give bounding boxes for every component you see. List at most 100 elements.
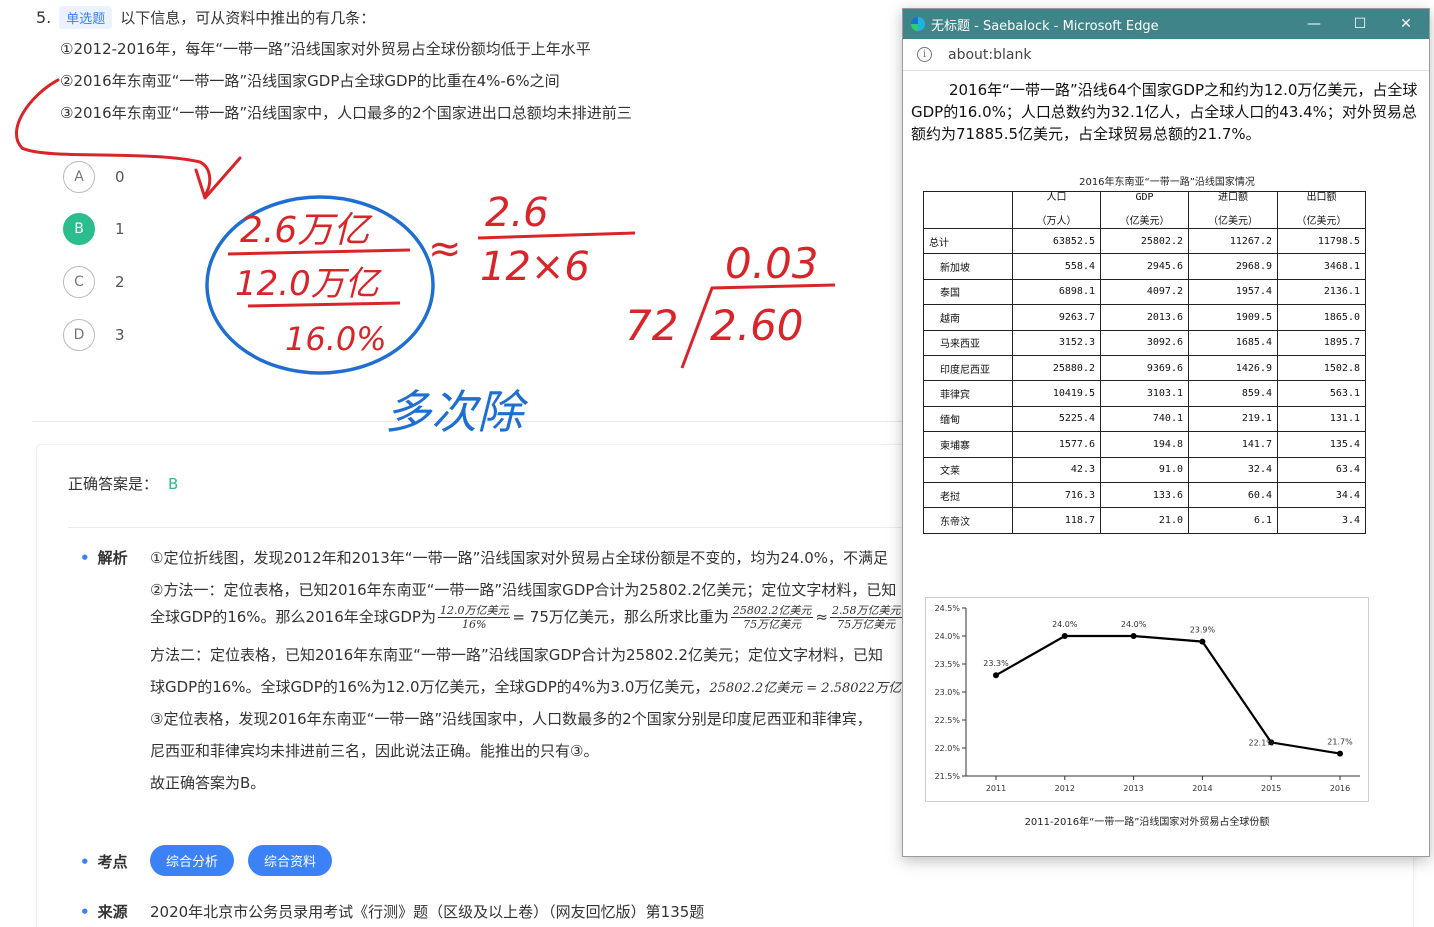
table-cell-country: 马来西亚 — [923, 329, 1013, 356]
table-cell-country: 泰国 — [923, 278, 1013, 306]
note-text: 多次除 — [385, 385, 529, 439]
table-cell-value: 91.0 — [1100, 456, 1189, 483]
table-cell-value: 21.0 — [1100, 507, 1189, 534]
table-cell-value: 118.7 — [1012, 507, 1101, 534]
x-tick-label: 2013 — [1123, 784, 1143, 793]
question-type-badge: 单选题 — [59, 6, 113, 29]
option-text[interactable]: 3 — [115, 326, 125, 344]
analysis-line-1: ①定位折线图，发现2012年和2013年“一带一路”沿线国家对外贸易占全球份额是… — [150, 549, 888, 567]
table-cell-value: 42.3 — [1012, 456, 1101, 483]
table-cell-country: 新加坡 — [923, 253, 1013, 280]
table-cell-value: 25880.2 — [1012, 354, 1101, 382]
window-title-bar[interactable]: 无标题 - Saebalock - Microsoft Edge — ☐ ✕ — [903, 9, 1429, 39]
analysis-label: • 解析 — [80, 547, 128, 568]
bullet-dot: • — [80, 853, 90, 871]
close-icon[interactable]: ✕ — [1383, 9, 1429, 39]
tag-comprehensive-data[interactable]: 综合资料 — [248, 845, 333, 876]
table-cell-value: 1895.7 — [1277, 329, 1366, 356]
division-divisor: 72 — [625, 301, 678, 350]
option-letter[interactable]: C — [63, 266, 95, 298]
table-cell-value: 3468.1 — [1277, 253, 1366, 280]
table-cell-value: 1909.5 — [1188, 304, 1278, 331]
maximize-icon[interactable]: ☐ — [1337, 9, 1383, 39]
statement-2: ②2016年东南亚“一带一路”沿线国家GDP占全球GDP的比重在4%-6%之间 — [60, 72, 560, 90]
table-row: 柬埔寨 1577.6 194.8 141.7 135.4 — [923, 431, 1366, 458]
fraction-2-numerator: 25802.2亿美元 — [730, 604, 814, 618]
option-b[interactable]: B 1 — [63, 213, 125, 245]
blue-circle-stroke — [205, 195, 435, 375]
table-title: 2016年东南亚“一带一路”沿线国家情况 — [1079, 177, 1255, 188]
option-d[interactable]: D 3 — [63, 319, 125, 351]
table-cell-country: 文莱 — [923, 456, 1013, 483]
table-cell-country: 缅甸 — [923, 405, 1013, 433]
table-cell-value: 2968.9 — [1188, 253, 1278, 280]
table-cell-value: 740.1 — [1100, 405, 1189, 433]
table-cell-value: 1426.9 — [1188, 354, 1278, 382]
data-point — [1199, 638, 1206, 645]
analysis-line-3b: = 75万亿美元，那么所求比重为 — [512, 608, 729, 626]
option-text[interactable]: 0 — [115, 168, 125, 186]
address-bar[interactable]: i about:blank — [903, 39, 1429, 71]
option-text[interactable]: 1 — [115, 220, 125, 238]
option-c[interactable]: C 2 — [63, 266, 125, 298]
table-cell-value: 6898.1 — [1012, 278, 1101, 306]
option-letter[interactable]: D — [63, 319, 95, 351]
y-tick-label: 24.0% — [935, 632, 961, 641]
tag-comprehensive-analysis[interactable]: 综合分析 — [150, 845, 235, 876]
section-divider — [32, 421, 902, 422]
edge-popup-window[interactable]: 无标题 - Saebalock - Microsoft Edge — ☐ ✕ i… — [902, 8, 1430, 857]
analysis-line-5a: 球GDP的16%。全球GDP的16%为12.0万亿美元，全球GDP的4%为3.0… — [150, 678, 710, 696]
approx-sign: ≈ — [815, 608, 828, 626]
fraction-1: 12.0万亿美元 16% — [437, 604, 511, 631]
source-label-text: 来源 — [97, 903, 128, 921]
data-label: 24.0% — [1052, 620, 1078, 629]
line-chart: 21.5% 22.0% 22.5% 23.0% 23.5% 24.0% 24.5% 2011 2… — [925, 597, 1369, 802]
y-tick-label: 24.5% — [935, 604, 961, 613]
x-tick-label: 2016 — [1330, 784, 1350, 793]
option-letter-selected[interactable]: B — [63, 213, 95, 245]
table-header-blank — [923, 191, 1013, 229]
table-row: 老挝 716.3 133.6 60.4 34.4 — [923, 481, 1366, 509]
approx-denominator: 12×6 — [480, 244, 590, 290]
circle-text-3: 16.0% — [285, 320, 387, 358]
analysis-line-2: ②方法一：定位表格，已知2016年东南亚“一带一路”沿线国家GDP合计为2580… — [150, 581, 897, 599]
minimize-icon[interactable]: — — [1291, 9, 1337, 39]
option-a[interactable]: A 0 — [63, 161, 125, 193]
statement-1: ①2012-2016年，每年“一带一路”沿线国家对外贸易占全球份额均低于上年水平 — [60, 40, 591, 58]
fraction-3-denominator: 75万亿美元 — [837, 618, 896, 631]
table-cell-value: 558.4 — [1012, 253, 1101, 280]
table-cell-value: 1577.6 — [1012, 431, 1101, 458]
table-cell-value: 3152.3 — [1012, 329, 1101, 356]
line-chart-svg: 21.5% 22.0% 22.5% 23.0% 23.5% 24.0% 24.5% 2011 2… — [935, 604, 1360, 793]
info-icon[interactable]: i — [917, 47, 932, 62]
table-cell-value: 2136.1 — [1277, 278, 1366, 306]
analysis-line-3a: 全球GDP的16%。那么2016年全球GDP为 — [150, 608, 436, 626]
question-stem: 以下信息，可从资料中推出的有几条： — [120, 9, 376, 27]
question-header: 5. 单选题 以下信息，可从资料中推出的有几条： — [36, 6, 375, 29]
x-tick-label: 2015 — [1261, 784, 1281, 793]
option-letter[interactable]: A — [63, 161, 95, 193]
address-text[interactable]: about:blank — [948, 47, 1031, 63]
circle-fraction-line — [227, 248, 411, 256]
table-header-row: 人口 （万人） GDP （亿美元） 进口额 （亿美元） 出口额 （亿美元） — [923, 191, 1366, 229]
summary-paragraph: 2016年“一带一路”沿线64个国家GDP之和约为12.0万亿美元，占全球GDP… — [911, 81, 1418, 143]
table-cell-value: 1502.8 — [1277, 354, 1366, 382]
analysis-line-5b: 25802.2亿美元 = 2.58022万亿美元 — [709, 681, 902, 696]
table-cell-value: 716.3 — [1012, 481, 1101, 509]
option-text[interactable]: 2 — [115, 273, 125, 291]
table-cell-value: 63852.5 — [1012, 227, 1101, 255]
analysis-label-text: 解析 — [97, 549, 128, 567]
source-text: 2020年北京市公务员录用考试《行测》题（区级及以上卷）（网友回忆版）第135题 — [150, 903, 705, 921]
data-label: 23.3% — [983, 659, 1009, 668]
correct-answer-value: B — [168, 475, 179, 493]
division-dividend: 2.60 — [710, 301, 804, 350]
table-row: 菲律宾 10419.5 3103.1 859.4 563.1 — [923, 380, 1366, 407]
x-tick-label: 2014 — [1192, 784, 1212, 793]
table-row: 越南 9263.7 2013.6 1909.5 1865.0 — [923, 304, 1366, 331]
correct-answer-row: 正确答案是： B — [68, 473, 178, 494]
fraction-3-numerator: 2.58万亿美元 — [829, 604, 902, 618]
table-cell-value: 2945.6 — [1100, 253, 1189, 280]
table-cell-value: 11798.5 — [1277, 227, 1366, 255]
division-quotient: 0.03 — [725, 239, 819, 288]
table-cell-value: 4097.2 — [1100, 278, 1189, 306]
